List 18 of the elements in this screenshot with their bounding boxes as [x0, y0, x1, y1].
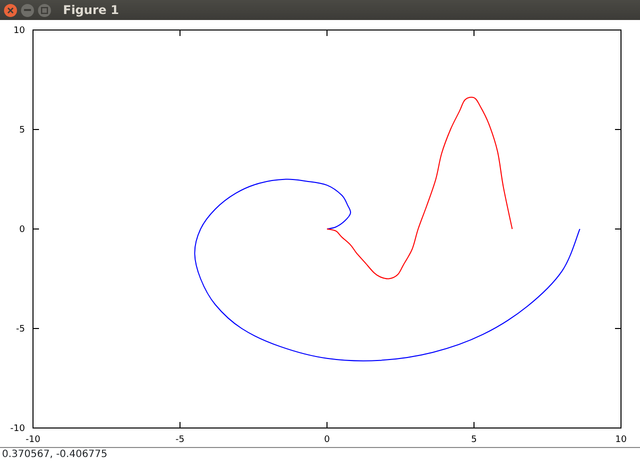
cursor-coordinates: 0.370567, -0.406775 — [2, 449, 108, 460]
y-tick-label: -5 — [16, 324, 25, 334]
y-tick-label: 0 — [19, 225, 25, 235]
y-tick-label: 5 — [19, 126, 25, 136]
x-tick-label: 5 — [471, 435, 477, 445]
x-tick-label: 0 — [324, 435, 330, 445]
minimize-icon — [24, 9, 31, 11]
close-icon — [7, 6, 14, 14]
close-button[interactable] — [4, 4, 17, 16]
window-title: Figure 1 — [63, 2, 120, 19]
y-tick-label: -10 — [10, 424, 25, 434]
x-tick-label: -5 — [176, 435, 184, 445]
y-tick-label: 10 — [14, 26, 25, 36]
maximize-button[interactable] — [38, 4, 51, 16]
x-tick-label: 10 — [615, 435, 627, 445]
maximize-icon — [41, 6, 48, 14]
x-tick-label: -10 — [26, 435, 40, 445]
minimize-button[interactable] — [21, 4, 34, 16]
